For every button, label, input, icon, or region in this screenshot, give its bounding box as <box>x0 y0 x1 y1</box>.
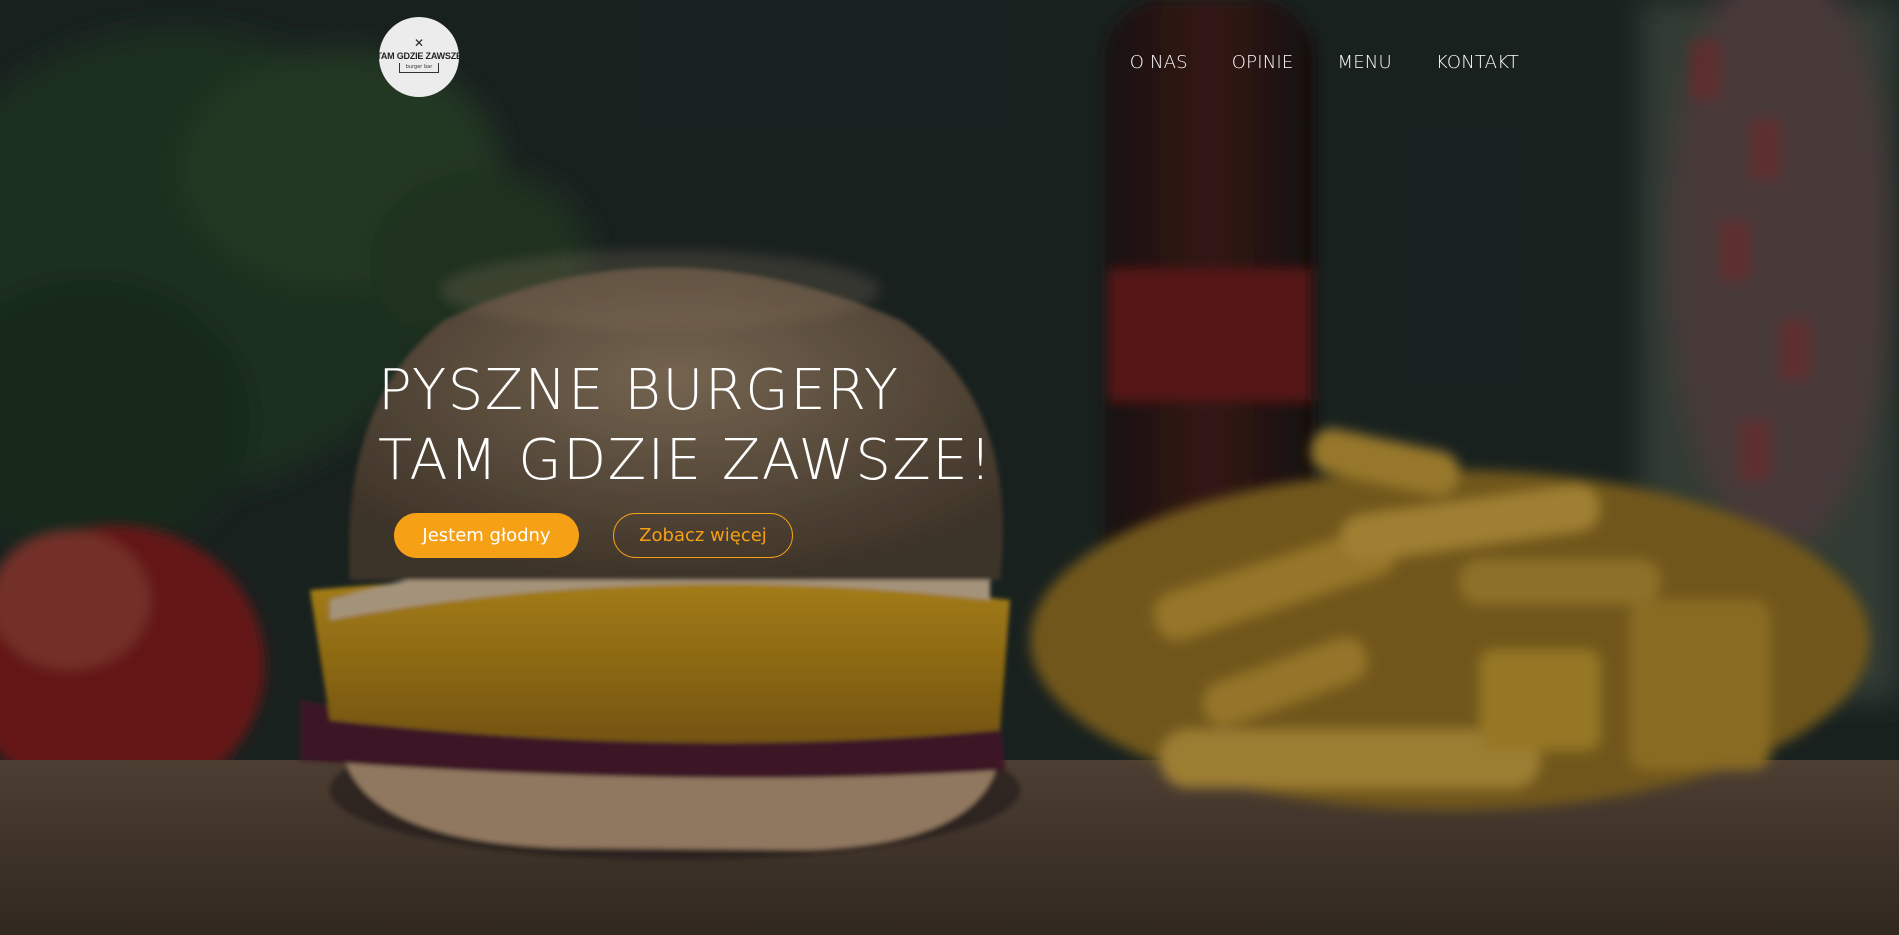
site-logo[interactable]: ✕ TAM GDZIE ZAWSZE burger bar <box>376 17 462 97</box>
nav-item-kontakt[interactable]: KONTAKT <box>1436 52 1519 73</box>
hero-headline: PYSZNE BURGERY TAM GDZIE ZAWSZE! <box>378 356 993 496</box>
jestem-glodny-button[interactable]: Jestem głodny <box>394 513 579 558</box>
hero-headline-line-2: TAM GDZIE ZAWSZE! <box>378 428 994 493</box>
nav-item-opinie[interactable]: OPINIE <box>1232 52 1294 73</box>
main-navigation: O NAS OPINIE MENU KONTAKT <box>1130 52 1519 73</box>
logo-tagline: burger bar <box>398 63 440 73</box>
zobacz-wiecej-button[interactable]: Zobacz więcej <box>613 513 793 558</box>
logo-name: TAM GDZIE ZAWSZE <box>376 51 462 61</box>
hero-section: ✕ TAM GDZIE ZAWSZE burger bar O NAS OPIN… <box>0 0 1899 935</box>
nav-item-menu[interactable]: MENU <box>1337 52 1391 73</box>
hero-cta-group: Jestem głodny Zobacz więcej <box>394 513 793 558</box>
nav-item-o-nas[interactable]: O NAS <box>1130 52 1188 73</box>
crossed-utensils-icon: ✕ <box>413 36 425 50</box>
hero-headline-line-1: PYSZNE BURGERY <box>378 358 900 423</box>
